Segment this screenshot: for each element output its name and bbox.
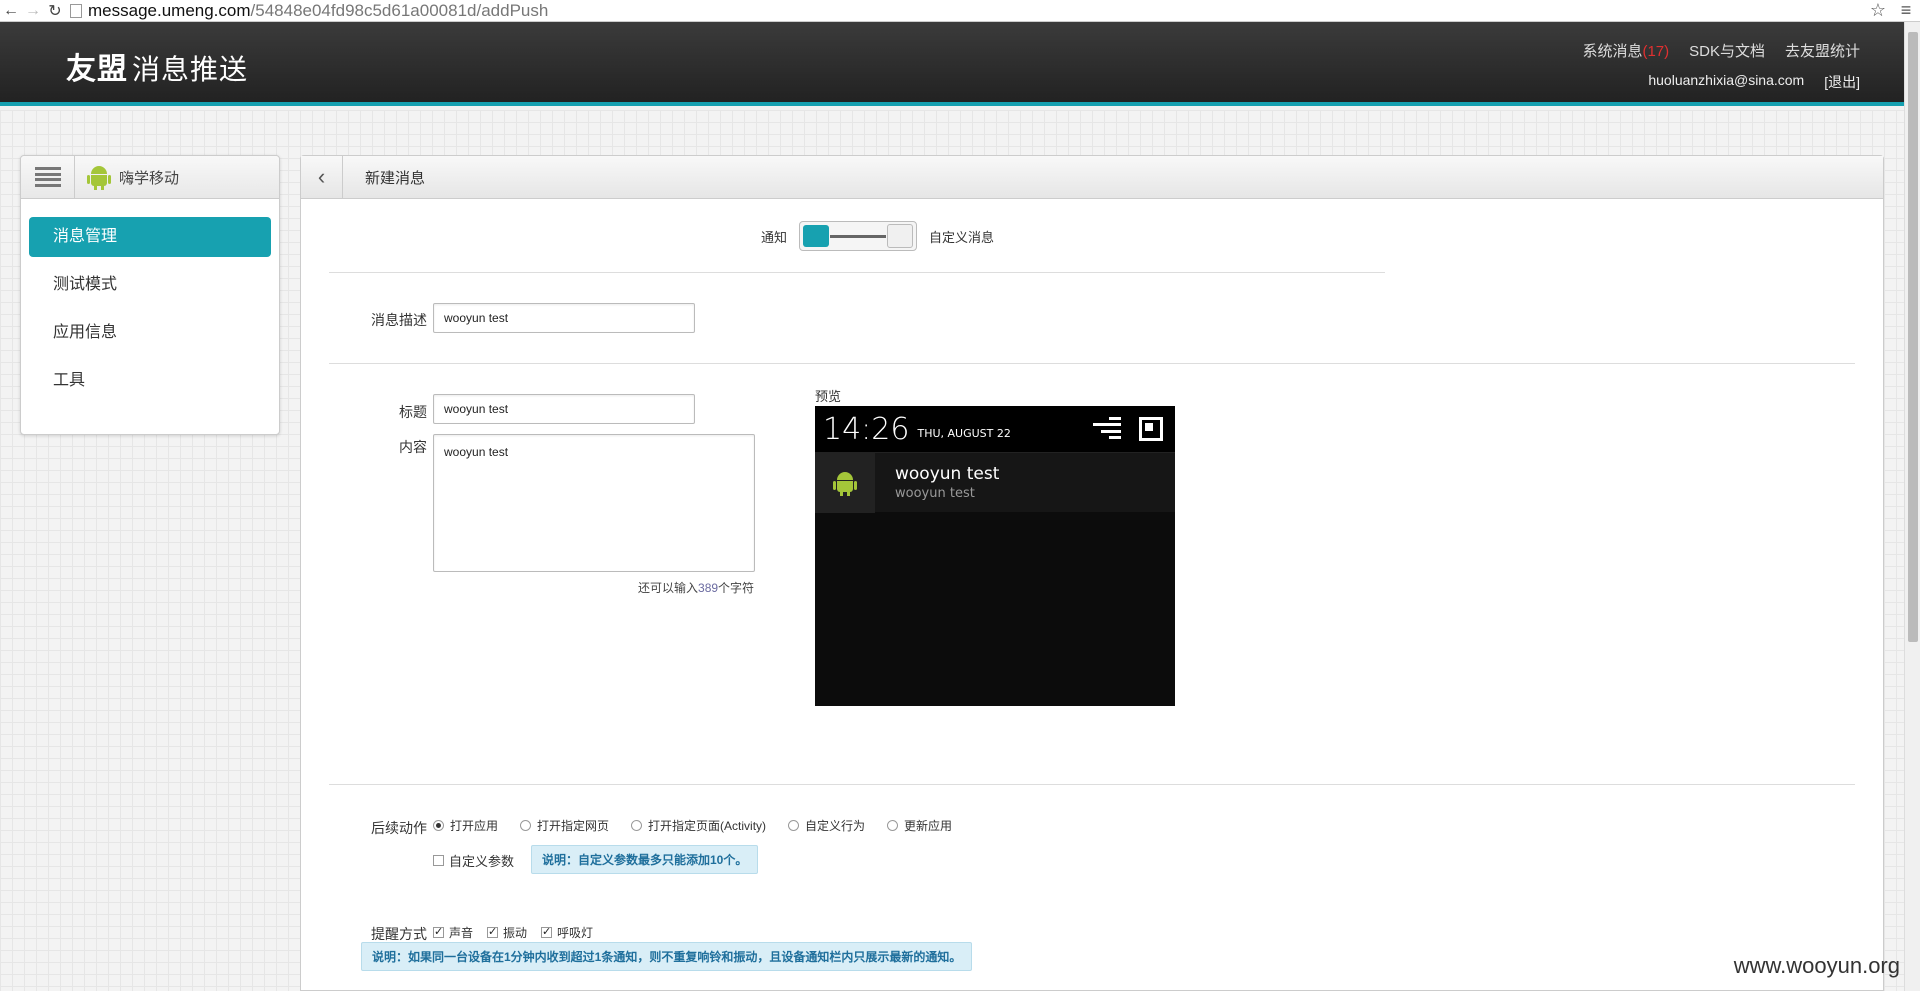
content-textarea[interactable]: wooyun test (433, 434, 755, 572)
reminder-label: 提醒方式 (371, 926, 427, 942)
radio-open-activity[interactable]: 打开指定页面(Activity) (631, 817, 766, 834)
sidebar-item-app-info[interactable]: 应用信息 (29, 313, 271, 353)
main-panel: ‹ 新建消息 通知 自定义消息 消息描述 wooyun test 标题 wooy… (300, 155, 1884, 991)
char-count-number: 389 (698, 581, 719, 595)
android-icon (833, 470, 857, 496)
checkbox-sound[interactable]: 声音 (433, 924, 473, 941)
preview-time: 14:26 (823, 411, 910, 447)
description-input[interactable]: wooyun test (433, 303, 695, 333)
toggle-label-notification: 通知 (761, 229, 788, 245)
message-type-toggle[interactable] (799, 221, 918, 251)
checkbox-breathing-light[interactable]: 呼吸灯 (541, 924, 593, 941)
url-path: /54848e04fd98c5d61a00081d/addPush (250, 0, 549, 20)
char-counter: 还可以输入389个字符 (638, 579, 754, 596)
sidebar: 嗨学移动 消息管理 测试模式 应用信息 工具 (20, 155, 280, 435)
title-input[interactable]: wooyun test (433, 394, 695, 424)
radio-open-url[interactable]: 打开指定网页 (520, 817, 609, 834)
radio-custom-action[interactable]: 自定义行为 (788, 817, 865, 834)
custom-param-note: 说明：自定义参数最多只能添加10个。 (531, 845, 759, 874)
custom-param-checkbox[interactable]: 自定义参数 (433, 851, 514, 870)
chevron-left-icon: ‹ (317, 164, 326, 189)
actions-label: 后续动作 (371, 820, 427, 836)
preview-date: THU, AUGUST 22 (917, 426, 1011, 440)
char-count-suffix: 个字符 (718, 581, 755, 595)
checkbox-vibrate-label: 振动 (503, 926, 528, 940)
divider (329, 272, 1385, 273)
browser-toolbar: ← → ↻ message.umeng.com/54848e04fd98c5d6… (0, 0, 1920, 22)
notification-bars-icon (1093, 417, 1121, 439)
preview-notif-title: wooyun test (895, 464, 1000, 484)
site-header: 友盟 消息推送 系统消息(17) SDK与文档 去友盟统计 huoluanzhix… (0, 22, 1904, 106)
preview-label: 预览 (815, 389, 842, 404)
radio-open-activity-label: 打开指定页面(Activity) (648, 819, 767, 833)
checkbox-sound-label: 声音 (449, 926, 474, 940)
preview-notif-text: wooyun test (895, 486, 975, 501)
content-label: 内容 (399, 439, 427, 455)
forward-arrow-icon[interactable]: → (22, 0, 44, 22)
reload-icon[interactable]: ↻ (44, 0, 66, 22)
reminder-note: 说明：如果同一台设备在1分钟内收到超过1条通知，则不重复响铃和振动，且设备通知栏… (361, 942, 973, 971)
checkbox-breathing-light-label: 呼吸灯 (557, 926, 594, 940)
back-arrow-icon[interactable]: ← (0, 0, 22, 22)
page-title: 新建消息 (365, 169, 426, 187)
quick-settings-icon (1139, 417, 1163, 441)
url-host: message.umeng.com (88, 0, 251, 20)
action-options: 打开应用 打开指定网页 打开指定页面(Activity) 自定义行为 更新应用 (433, 817, 952, 834)
char-count-prefix: 还可以输入 (638, 581, 699, 595)
sidebar-item-message-management[interactable]: 消息管理 (29, 217, 271, 257)
radio-open-app[interactable]: 打开应用 (433, 817, 498, 834)
list-menu-icon (34, 167, 61, 187)
android-icon (87, 164, 111, 190)
reminder-options: 声音 振动 呼吸灯 (433, 924, 593, 941)
back-button[interactable]: ‹ (301, 155, 343, 199)
sidebar-item-test-mode[interactable]: 测试模式 (29, 265, 271, 305)
menu-icon[interactable]: ≡ (1892, 0, 1920, 21)
star-icon[interactable]: ☆ (1864, 0, 1892, 21)
sidebar-item-tools[interactable]: 工具 (29, 361, 271, 401)
custom-param-label: 自定义参数 (449, 854, 515, 869)
radio-update-app-label: 更新应用 (904, 819, 953, 833)
title-label: 标题 (399, 404, 427, 420)
notification-item: wooyun test wooyun test (815, 452, 1175, 513)
logo-sub: 消息推送 (132, 54, 249, 85)
custom-param-row: 自定义参数 (433, 851, 514, 870)
page-icon (70, 3, 82, 18)
sdk-docs-link[interactable]: SDK与文档 (1689, 40, 1765, 61)
system-messages-label: 系统消息 (1582, 43, 1643, 60)
system-messages-link[interactable]: 系统消息(17) (1582, 40, 1669, 61)
divider (329, 363, 1855, 364)
radio-custom-action-label: 自定义行为 (805, 819, 866, 833)
phone-preview: 14:26 THU, AUGUST 22 wooyun test wooyun … (815, 406, 1175, 706)
app-name: 嗨学移动 (119, 169, 180, 187)
radio-update-app[interactable]: 更新应用 (887, 817, 952, 834)
system-messages-count: (17) (1642, 43, 1670, 60)
logout-link[interactable]: [退出] (1824, 72, 1860, 92)
umeng-stats-link[interactable]: 去友盟统计 (1785, 40, 1860, 61)
checkbox-vibrate[interactable]: 振动 (487, 924, 527, 941)
app-selector[interactable]: 嗨学移动 (75, 164, 179, 190)
radio-open-app-label: 打开应用 (450, 819, 499, 833)
scrollbar-thumb[interactable] (1908, 32, 1918, 642)
description-label: 消息描述 (371, 312, 427, 328)
address-bar[interactable]: message.umeng.com/54848e04fd98c5d61a0008… (66, 1, 1864, 21)
watermark: www.wooyun.org (1733, 953, 1900, 978)
logo[interactable]: 友盟 消息推送 (66, 44, 248, 88)
logo-main: 友盟 (66, 53, 128, 86)
user-email: huoluanzhixia@sina.com (1648, 72, 1805, 88)
page-scrollbar[interactable] (1904, 22, 1920, 991)
radio-open-url-label: 打开指定网页 (537, 819, 610, 833)
divider (329, 784, 1855, 785)
toggle-label-custom: 自定义消息 (929, 229, 995, 245)
menu-toggle-button[interactable] (21, 155, 75, 199)
